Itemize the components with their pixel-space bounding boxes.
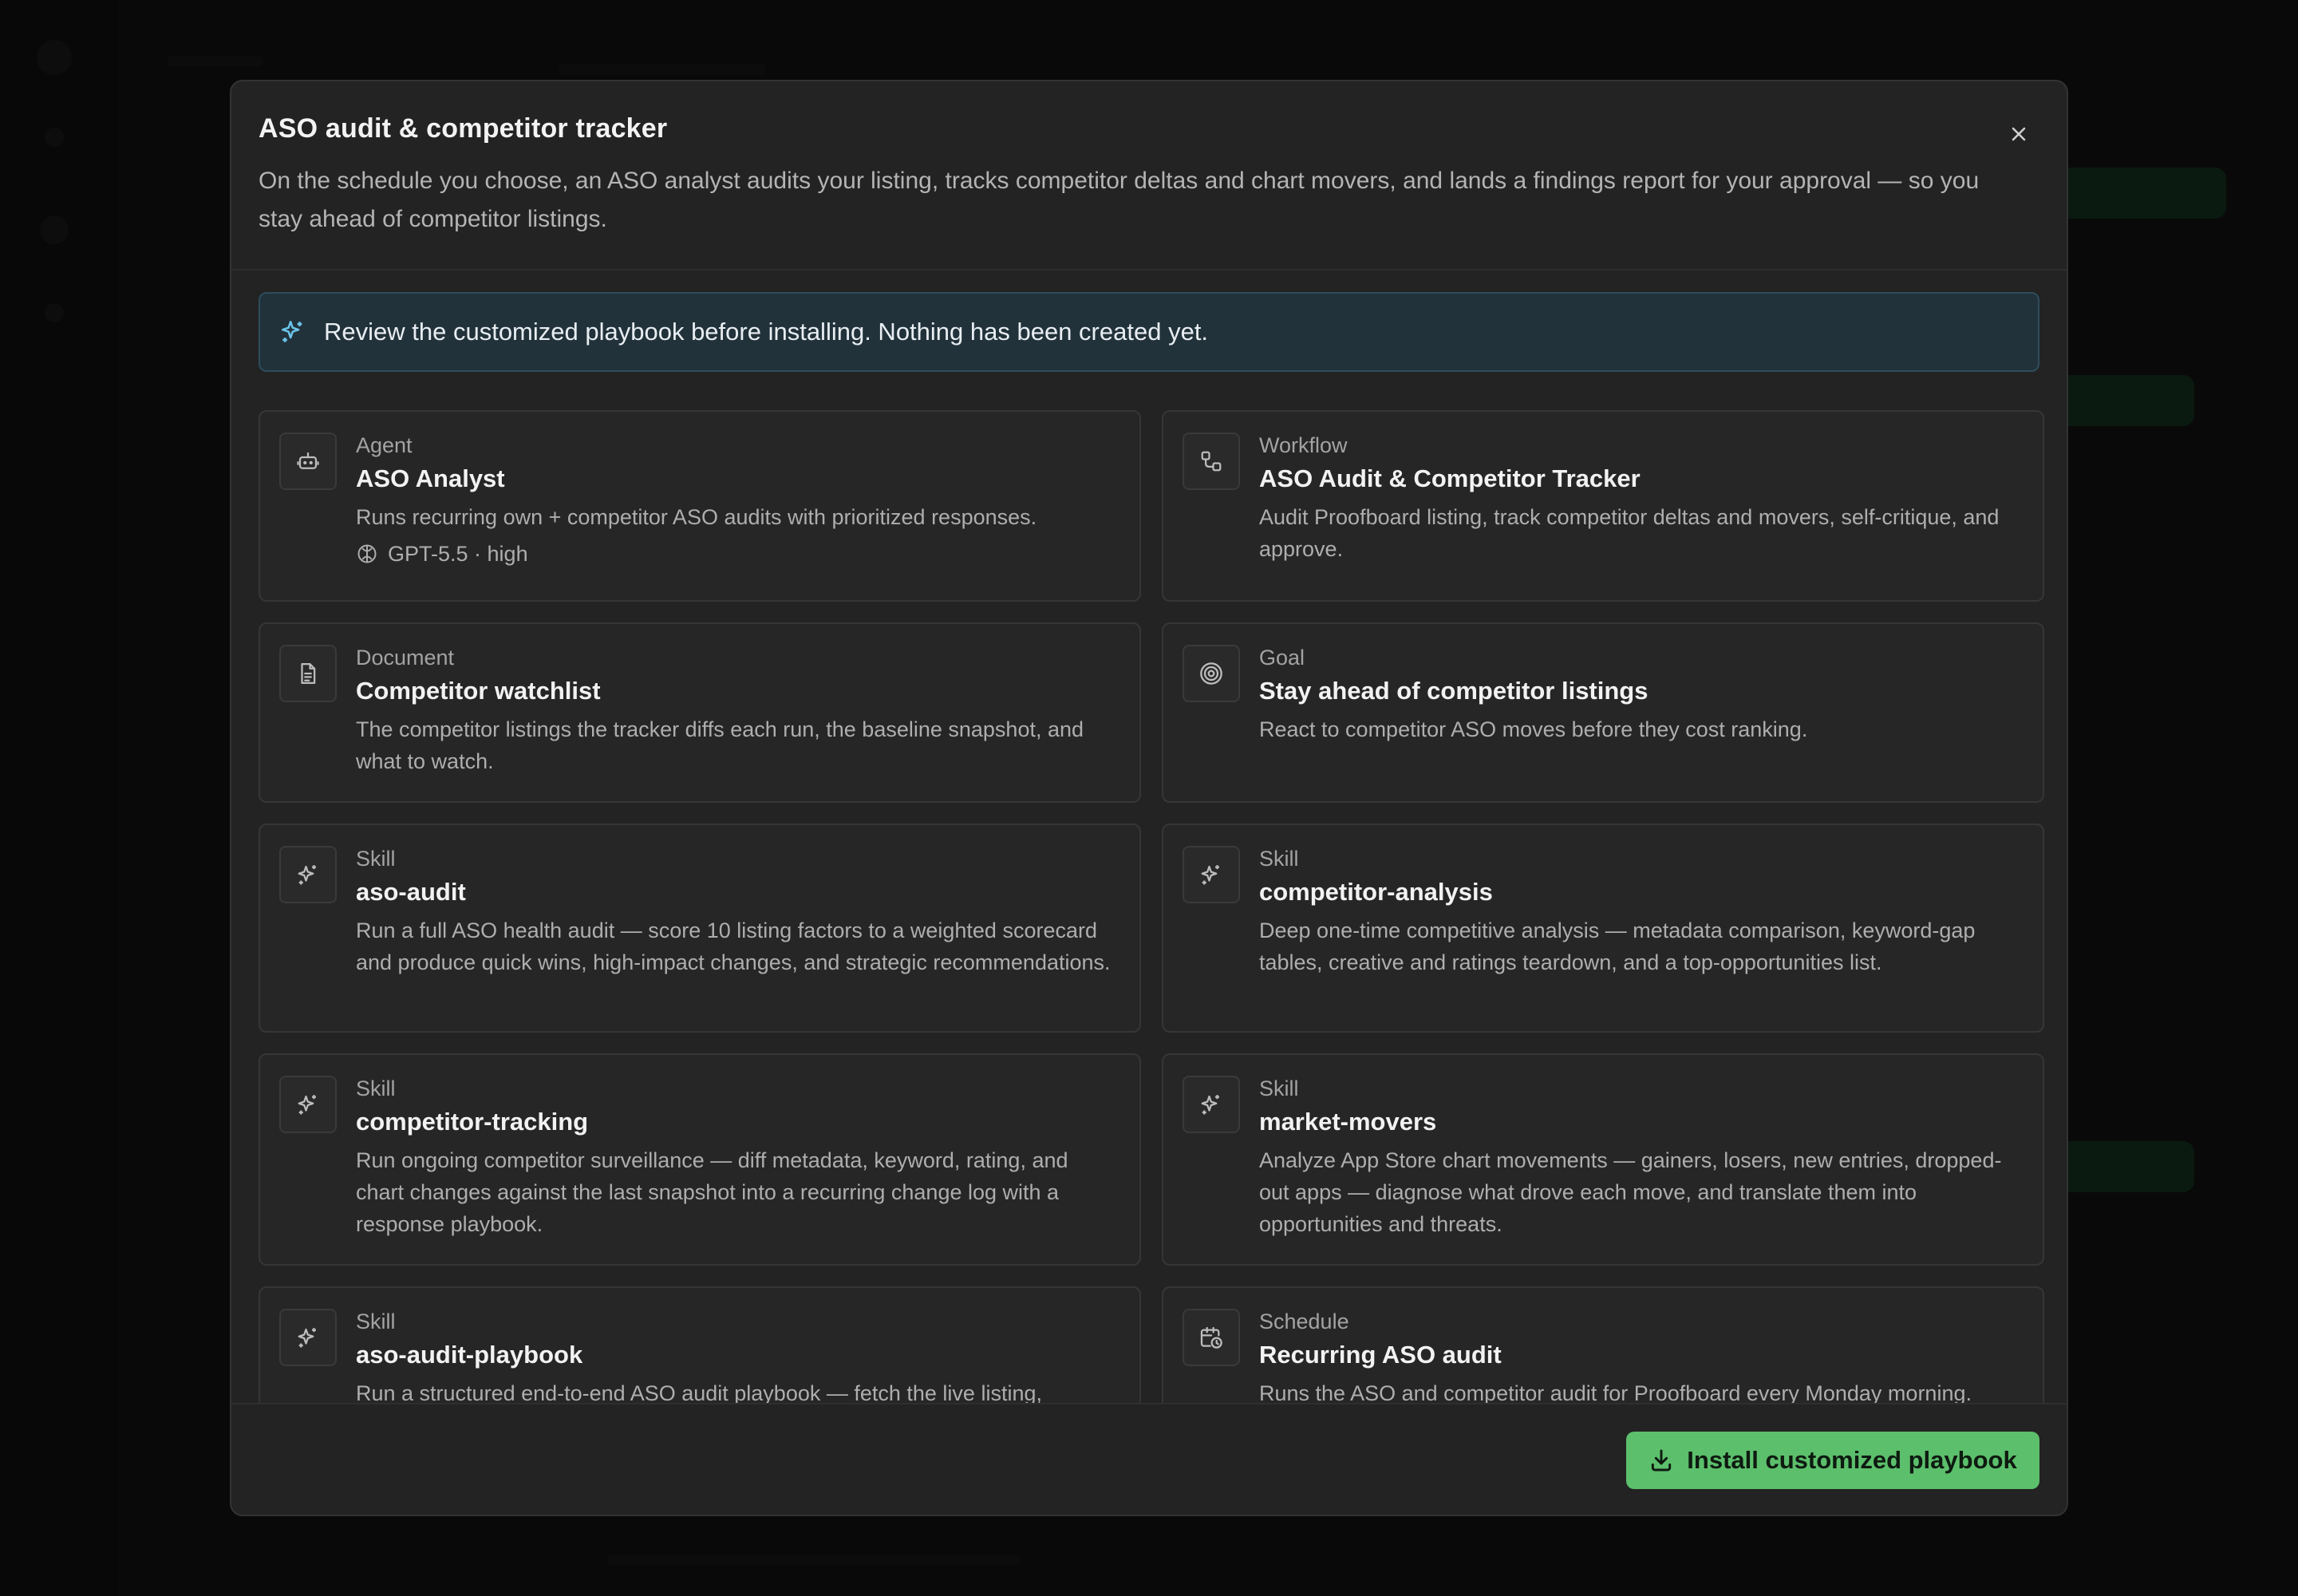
modal-title: ASO audit & competitor tracker [259, 113, 668, 144]
card-type: Agent [356, 433, 413, 457]
card-type: Skill [356, 847, 396, 871]
playbook-card-goal[interactable]: Goal Stay ahead of competitor listings R… [1162, 622, 2044, 803]
card-type: Document [356, 646, 455, 670]
card-type: Schedule [1259, 1310, 1349, 1333]
sparkle-icon [1201, 865, 1219, 885]
card-description: Analyze App Store chart movements — gain… [1259, 1148, 2002, 1236]
target-icon [1200, 662, 1222, 685]
playbook-card-document[interactable]: Document Competitor watchlist The compet… [259, 622, 1141, 803]
card-type: Skill [356, 1310, 396, 1333]
card-title: ASO Audit & Competitor Tracker [1259, 464, 1641, 492]
card-description: Deep one-time competitive analysis — met… [1259, 918, 1976, 974]
download-icon [1652, 1449, 1672, 1472]
card-description: React to competitor ASO moves before the… [1259, 717, 1808, 741]
playbook-card-schedule[interactable]: Schedule Recurring ASO audit Runs the AS… [1162, 1286, 2044, 1403]
playbook-card-skill[interactable]: Skill competitor-tracking Run ongoing co… [259, 1053, 1141, 1266]
modal-body-scroll[interactable]: Review the customized playbook before in… [231, 267, 2067, 1403]
playbook-items-grid: Agent ASO Analyst Runs recurring own + c… [259, 410, 2044, 1403]
close-icon [2012, 127, 2026, 141]
card-description: Audit Proofboard listing, track competit… [1259, 505, 2000, 561]
card-description: Run a full ASO health audit — score 10 l… [356, 918, 1111, 974]
card-description: The competitor listings the tracker diff… [356, 717, 1084, 773]
playbook-card-skill[interactable]: Skill aso-audit Run a full ASO health au… [259, 824, 1141, 1033]
model-meta-text: GPT-5.5 · high [388, 542, 528, 566]
sparkle-icon [298, 865, 316, 885]
card-type: Goal [1259, 646, 1305, 670]
card-type: Skill [1259, 1077, 1299, 1100]
playbook-card-skill[interactable]: Skill competitor-analysis Deep one-time … [1162, 824, 2044, 1033]
robot-icon [297, 452, 319, 469]
install-playbook-label: Install customized playbook [1687, 1446, 2017, 1474]
card-title: market-movers [1259, 1108, 1437, 1136]
model-meta: GPT-5.5 · high [356, 538, 1120, 570]
card-title: Stay ahead of competitor listings [1259, 677, 1648, 705]
card-title: competitor-analysis [1259, 878, 1493, 906]
card-title: Recurring ASO audit [1259, 1341, 1502, 1369]
card-title: ASO Analyst [356, 464, 505, 492]
sparkle-icon [298, 1095, 316, 1115]
sparkle-icon [281, 320, 302, 342]
card-type: Skill [1259, 847, 1299, 871]
playbook-install-modal: ASO audit & competitor tracker On the sc… [230, 80, 2068, 1516]
modal-footer: Install customized playbook [231, 1403, 2067, 1515]
modal-description: On the schedule you choose, an ASO analy… [259, 168, 1980, 232]
install-playbook-button[interactable]: Install customized playbook [1626, 1432, 2039, 1489]
sparkle-icon [298, 1328, 316, 1348]
playbook-card-skill[interactable]: Skill market-movers Analyze App Store ch… [1162, 1053, 2044, 1266]
sparkle-icon [1201, 1095, 1219, 1115]
close-button[interactable] [2003, 118, 2035, 150]
card-description: Run ongoing competitor surveillance — di… [356, 1148, 1068, 1236]
card-description: Runs recurring own + competitor ASO audi… [356, 505, 1037, 529]
card-title: Competitor watchlist [356, 677, 601, 705]
modal-header: ASO audit & competitor tracker On the sc… [231, 81, 2067, 271]
playbook-card-workflow[interactable]: Workflow ASO Audit & Competitor Tracker … [1162, 410, 2044, 602]
calendar-clock-icon [1200, 1326, 1222, 1349]
review-notice: Review the customized playbook before in… [259, 292, 2039, 372]
model-icon [357, 544, 377, 563]
document-icon [301, 663, 316, 684]
playbook-card-skill[interactable]: Skill aso-audit-playbook Run a structure… [259, 1286, 1141, 1403]
card-type: Workflow [1259, 433, 1348, 457]
playbook-card-agent[interactable]: Agent ASO Analyst Runs recurring own + c… [259, 410, 1141, 602]
card-type: Skill [356, 1077, 396, 1100]
card-title: competitor-tracking [356, 1108, 589, 1136]
card-description: Run a structured end-to-end ASO audit pl… [356, 1381, 1042, 1403]
card-title: aso-audit-playbook [356, 1341, 583, 1369]
card-description: Runs the ASO and competitor audit for Pr… [1259, 1381, 1972, 1403]
card-title: aso-audit [356, 878, 466, 906]
workflow-icon [1201, 451, 1222, 472]
review-notice-text: Review the customized playbook before in… [324, 318, 1209, 346]
